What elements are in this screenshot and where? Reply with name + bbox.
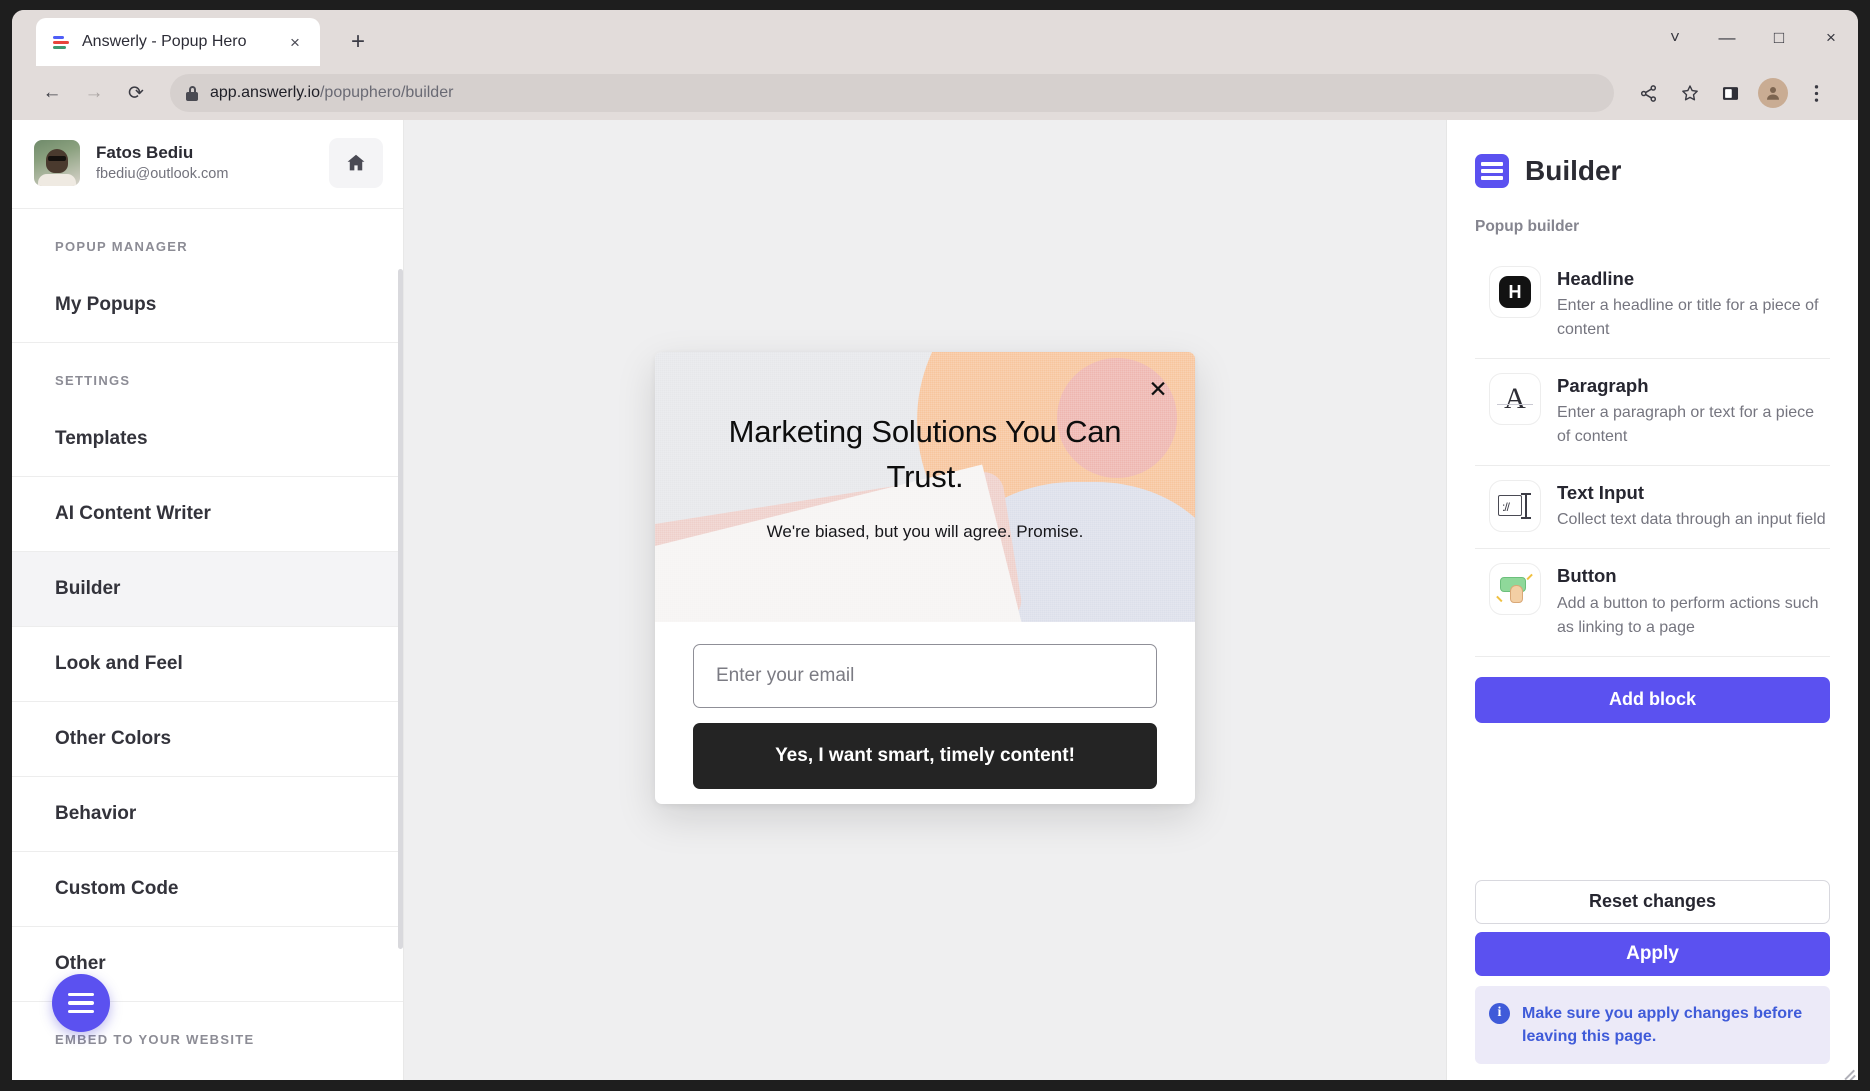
answerly-logo-icon xyxy=(52,33,70,51)
builder-panel-footer: Reset changes Apply i Make sure you appl… xyxy=(1475,879,1830,1080)
back-icon[interactable]: ← xyxy=(34,75,70,111)
address-bar[interactable]: app.answerly.io/popuphero/builder xyxy=(170,74,1614,112)
share-icon[interactable] xyxy=(1628,74,1668,112)
side-panel-icon[interactable] xyxy=(1710,74,1750,112)
builder-panel-header: Builder xyxy=(1475,154,1830,188)
tab-title: Answerly - Popup Hero xyxy=(82,33,247,50)
apply-notice: i Make sure you apply changes before lea… xyxy=(1475,985,1830,1064)
browser-window: Answerly - Popup Hero × + ˅ — □ × ← → ⟳ … xyxy=(12,10,1858,1080)
user-profile[interactable]: Fatos Bediu fbediu@outlook.com xyxy=(12,120,403,209)
block-option-text-input[interactable]: :// Text Input Collect text data through… xyxy=(1475,466,1830,550)
sidebar-item-ai-content-writer[interactable]: AI Content Writer xyxy=(12,477,403,552)
resize-handle[interactable] xyxy=(1843,1065,1856,1078)
popup-headline: Marketing Solutions You Can Trust. xyxy=(728,414,1122,494)
chevron-down-icon[interactable]: ˅ xyxy=(1664,27,1686,49)
paragraph-a-icon: A xyxy=(1489,373,1541,426)
add-block-button[interactable]: Add block xyxy=(1475,676,1830,723)
sidebar-item-builder[interactable]: Builder xyxy=(12,552,403,627)
block-title: Headline xyxy=(1557,268,1635,289)
block-option-button[interactable]: Button Add a button to perform actions s… xyxy=(1475,549,1830,657)
sidebar-item-behavior[interactable]: Behavior xyxy=(12,777,403,852)
window-controls: ˅ — □ × xyxy=(1664,10,1842,66)
sidebar-scroll-area: POPUP MANAGER My Popups SETTINGS Templat… xyxy=(12,209,403,1080)
sidebar-item-look-and-feel[interactable]: Look and Feel xyxy=(12,627,403,702)
avatar xyxy=(34,140,80,186)
url-text: app.answerly.io/popuphero/builder xyxy=(210,84,453,102)
hamburger-menu-icon[interactable] xyxy=(52,974,110,1032)
lock-icon xyxy=(186,85,198,101)
profile-email: fbediu@outlook.com xyxy=(96,165,229,182)
popup-subheadline: We're biased, but you will agree. Promis… xyxy=(766,521,1084,541)
minimize-icon[interactable]: — xyxy=(1716,27,1738,49)
reset-changes-button[interactable]: Reset changes xyxy=(1475,879,1830,924)
block-description: Collect text data through an input field xyxy=(1557,511,1826,529)
reload-icon[interactable]: ⟳ xyxy=(118,75,154,111)
sidebar-group-label-popup-manager: POPUP MANAGER xyxy=(55,239,188,254)
text-input-icon: :// xyxy=(1489,480,1541,533)
headline-h-icon: H xyxy=(1489,266,1541,318)
builder-panel: Builder Popup builder H Headline Enter a… xyxy=(1446,120,1858,1080)
tab-close-icon[interactable]: × xyxy=(282,29,308,55)
sidebar-item-other-colors[interactable]: Other Colors xyxy=(12,702,403,777)
url-path: /popuphero/builder xyxy=(319,84,454,101)
page-viewport: Fatos Bediu fbediu@outlook.com POPUP MAN… xyxy=(12,120,1858,1080)
home-icon[interactable] xyxy=(329,138,383,188)
block-title: Text Input xyxy=(1557,482,1645,504)
block-description: Enter a headline or title for a piece of… xyxy=(1557,297,1819,339)
sidebar-scrollbar[interactable] xyxy=(398,269,403,949)
popup-preview: ✕ Marketing Solutions You Can Trust. We'… xyxy=(655,352,1195,804)
new-tab-button[interactable]: + xyxy=(342,26,374,58)
block-title: Button xyxy=(1557,565,1617,587)
toolbar-icons xyxy=(1628,74,1836,112)
email-field[interactable]: Enter your email xyxy=(693,644,1157,708)
popup-preview-canvas: ✕ Marketing Solutions You Can Trust. We'… xyxy=(404,120,1446,1080)
apply-button[interactable]: Apply xyxy=(1475,931,1830,976)
url-domain: app.answerly.io xyxy=(210,84,320,101)
block-option-paragraph[interactable]: A Paragraph Enter a paragraph or text fo… xyxy=(1475,359,1830,467)
maximize-icon[interactable]: □ xyxy=(1768,27,1790,49)
popup-close-icon[interactable]: ✕ xyxy=(1145,376,1171,402)
sidebar-item-my-popups[interactable]: My Popups xyxy=(12,268,403,343)
subscribe-button[interactable]: Yes, I want smart, timely content! xyxy=(693,723,1157,789)
sidebar-item-custom-code[interactable]: Custom Code xyxy=(12,852,403,927)
profile-name: Fatos Bediu xyxy=(96,142,194,162)
block-title: Paragraph xyxy=(1557,375,1649,397)
button-click-icon xyxy=(1489,563,1541,616)
section-label: Popup builder xyxy=(1475,218,1580,235)
app-sidebar: Fatos Bediu fbediu@outlook.com POPUP MAN… xyxy=(12,120,404,1080)
sidebar-group-label-settings: SETTINGS xyxy=(55,373,131,388)
bookmark-star-icon[interactable] xyxy=(1670,74,1710,112)
block-description: Enter a paragraph or text for a piece of… xyxy=(1557,404,1815,446)
sidebar-item-templates[interactable]: Templates xyxy=(12,402,403,477)
popup-form: Enter your email Yes, I want smart, time… xyxy=(655,622,1195,804)
tab-strip: Answerly - Popup Hero × + ˅ — □ × xyxy=(12,10,1858,66)
notice-text: Make sure you apply changes before leavi… xyxy=(1522,1004,1803,1045)
block-description: Add a button to perform actions such as … xyxy=(1557,594,1819,636)
browser-tab[interactable]: Answerly - Popup Hero × xyxy=(36,18,320,66)
block-option-headline[interactable]: H Headline Enter a headline or title for… xyxy=(1475,252,1830,360)
info-icon: i xyxy=(1489,1002,1510,1024)
page-title: Builder xyxy=(1525,155,1622,186)
profile-avatar-icon[interactable] xyxy=(1758,78,1788,108)
browser-toolbar: ← → ⟳ app.answerly.io/popuphero/builder xyxy=(12,66,1858,120)
builder-icon xyxy=(1475,154,1509,188)
close-window-icon[interactable]: × xyxy=(1820,27,1842,49)
forward-icon[interactable]: → xyxy=(76,75,112,111)
chrome-menu-icon[interactable] xyxy=(1796,74,1836,112)
